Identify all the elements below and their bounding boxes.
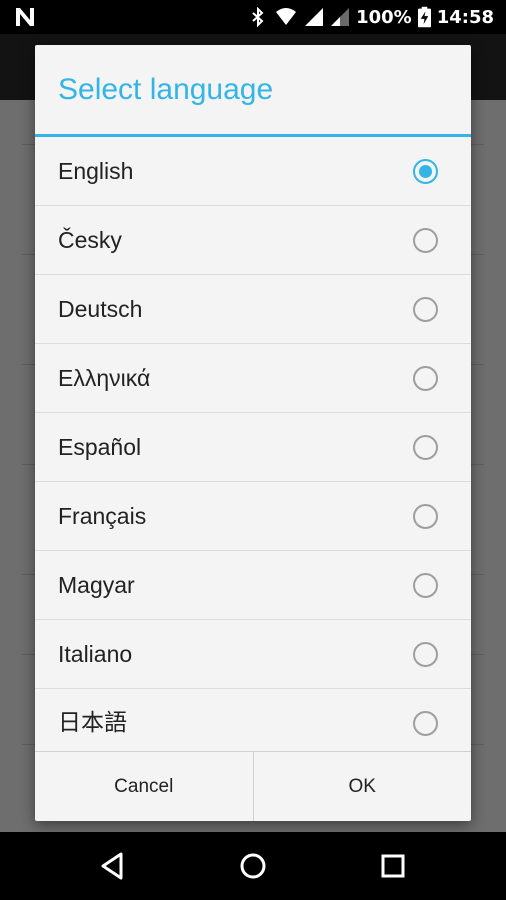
language-option-english[interactable]: English (35, 137, 471, 206)
home-icon[interactable] (237, 850, 269, 882)
recents-icon[interactable] (377, 850, 409, 882)
language-label: Česky (58, 227, 122, 253)
status-bar: 100% 14:58 (0, 0, 506, 34)
battery-charging-icon (417, 6, 431, 28)
radio-button[interactable] (413, 573, 438, 598)
radio-button[interactable] (413, 504, 438, 529)
dialog-title: Select language (58, 73, 274, 106)
language-label: Français (58, 503, 147, 529)
signal-icon (305, 8, 324, 26)
radio-button[interactable] (413, 642, 438, 667)
radio-button[interactable] (413, 366, 438, 391)
language-option-greek[interactable]: Ελληνικά (35, 344, 471, 413)
wifi-icon (276, 8, 297, 25)
radio-button-checked[interactable] (413, 159, 438, 184)
language-label: English (58, 158, 134, 184)
language-option-magyar[interactable]: Magyar (35, 551, 471, 620)
radio-button[interactable] (413, 711, 438, 736)
radio-button[interactable] (413, 435, 438, 460)
signal-weak-icon (331, 8, 350, 26)
language-label: 日本語 (58, 710, 127, 736)
language-option-francais[interactable]: Français (35, 482, 471, 551)
n-notification-icon (16, 8, 34, 26)
clock: 14:58 (436, 6, 494, 28)
language-list[interactable]: English Česky Deutsch Ελληνικά Español F… (35, 137, 471, 751)
language-option-italiano[interactable]: Italiano (35, 620, 471, 689)
dialog-button-bar: Cancel OK (35, 751, 471, 821)
language-option-deutsch[interactable]: Deutsch (35, 275, 471, 344)
language-label: Español (58, 434, 142, 460)
language-option-cesky[interactable]: Česky (35, 206, 471, 275)
back-icon[interactable] (97, 850, 129, 882)
language-label: Deutsch (58, 296, 143, 322)
bluetooth-icon (252, 7, 264, 27)
language-option-japanese[interactable]: 日本語 (35, 689, 471, 751)
cancel-button[interactable]: Cancel (35, 752, 253, 821)
ok-button[interactable]: OK (252, 752, 472, 821)
battery-percentage: 100% (356, 6, 412, 28)
navigation-bar (0, 832, 506, 900)
language-label: Ελληνικά (58, 365, 151, 391)
language-option-espanol[interactable]: Español (35, 413, 471, 482)
radio-button[interactable] (413, 228, 438, 253)
radio-button[interactable] (413, 297, 438, 322)
language-label: Italiano (58, 641, 133, 667)
language-label: Magyar (58, 572, 135, 598)
select-language-dialog: Select language English Česky Deutsch Ελ… (35, 45, 471, 821)
